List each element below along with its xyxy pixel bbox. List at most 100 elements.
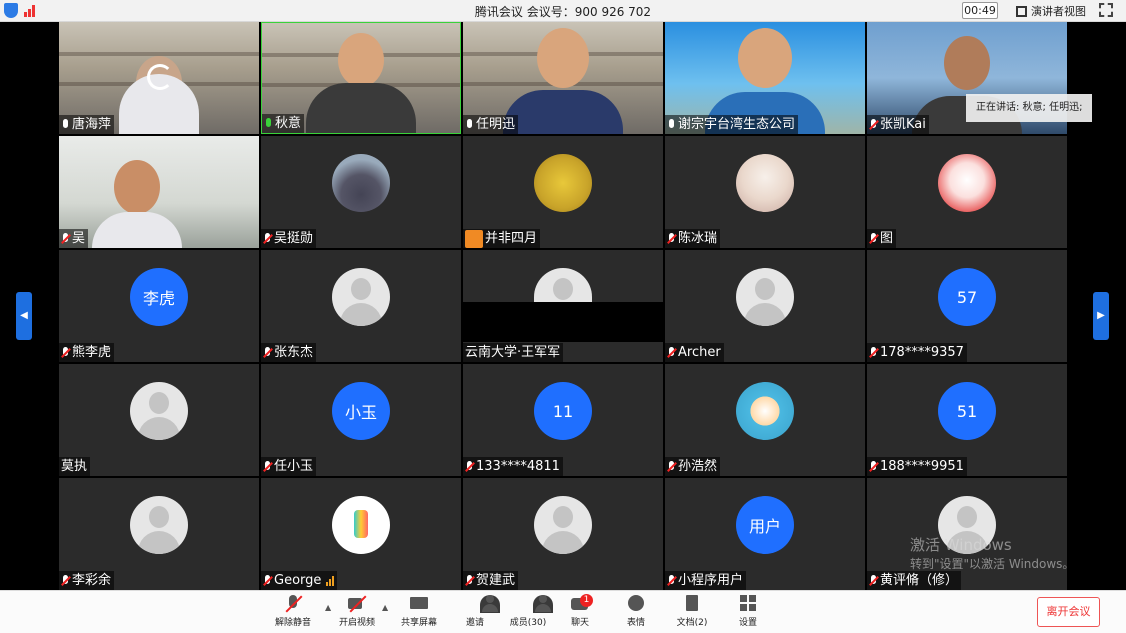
mic-icon xyxy=(667,118,676,131)
mic-muted-icon xyxy=(263,232,272,245)
avatar xyxy=(534,496,592,554)
avatar xyxy=(332,496,390,554)
leave-meeting-button[interactable]: 离开会议 xyxy=(1037,597,1100,627)
participant-name: 张东杰 xyxy=(261,343,317,362)
participant-tile[interactable]: 57 178****9357 xyxy=(867,250,1067,362)
participant-name: 云南大学·王军军 xyxy=(463,343,564,362)
share-screen-button[interactable]: 共享屏幕 xyxy=(394,595,444,628)
participant-name: 谢宗宇台湾生态公司 xyxy=(665,115,799,134)
reactions-button[interactable]: 表情 xyxy=(611,595,661,628)
meeting-toolbar: 解除静音 ▲ 开启视频 ▲ 共享屏幕 邀请 成员(30) 聊天 1 表情 文档(… xyxy=(0,590,1126,633)
avatar: 57 xyxy=(938,268,996,326)
participant-tile[interactable]: 11 133****4811 xyxy=(463,364,663,476)
participant-name: Archer xyxy=(665,343,724,362)
participant-name: 孙浩然 xyxy=(665,457,721,476)
avatar: 11 xyxy=(534,382,592,440)
participant-tile[interactable]: 李彩余 xyxy=(59,478,259,590)
participant-tile[interactable]: 小玉 任小玉 xyxy=(261,364,461,476)
participant-name: 133****4811 xyxy=(463,457,563,476)
participant-tile[interactable]: 并非四月 xyxy=(463,136,663,248)
mic-muted-icon xyxy=(263,346,272,359)
participant-name: 并非四月 xyxy=(463,229,541,248)
participant-tile[interactable]: 云南大学·王军军 xyxy=(463,250,663,362)
unmute-button[interactable]: 解除静音 xyxy=(268,595,318,628)
speaking-indicator: 正在讲话: 秋意; 任明迅; xyxy=(966,94,1092,122)
prev-page-button[interactable]: ◀ xyxy=(16,292,32,340)
members-button[interactable]: 成员(30) xyxy=(503,595,553,628)
mic-muted-icon xyxy=(465,460,474,473)
mic-muted-icon xyxy=(283,595,303,613)
participant-tile[interactable]: 莫执 xyxy=(59,364,259,476)
camera-off-icon xyxy=(347,595,367,613)
avatar: 小玉 xyxy=(332,382,390,440)
participant-tile[interactable]: 吴 xyxy=(59,136,259,248)
participant-tile[interactable]: 张东杰 xyxy=(261,250,461,362)
audio-options-caret-icon[interactable]: ▲ xyxy=(325,603,331,612)
avatar: 用户 xyxy=(736,496,794,554)
participant-tile[interactable]: 孙浩然 xyxy=(665,364,865,476)
participant-name: 吴挺勋 xyxy=(261,229,317,248)
participant-name: 188****9951 xyxy=(867,457,967,476)
participant-tile[interactable]: Archer xyxy=(665,250,865,362)
emoji-icon xyxy=(626,595,646,613)
avatar xyxy=(130,496,188,554)
participant-tile[interactable]: 吴挺勋 xyxy=(261,136,461,248)
video-options-caret-icon[interactable]: ▲ xyxy=(382,603,388,612)
avatar: 李虎 xyxy=(130,268,188,326)
participant-name: 秋意 xyxy=(262,114,305,133)
participant-tile[interactable]: 51 188****9951 xyxy=(867,364,1067,476)
avatar xyxy=(736,154,794,212)
next-page-button[interactable]: ▶ xyxy=(1093,292,1109,340)
participant-tile[interactable]: George xyxy=(261,478,461,590)
mic-muted-icon xyxy=(263,460,272,473)
participant-tile[interactable]: 李虎 熊李虎 xyxy=(59,250,259,362)
participant-name: 任小玉 xyxy=(261,457,317,476)
mic-muted-icon xyxy=(667,232,676,245)
members-icon xyxy=(533,595,553,613)
participant-tile[interactable]: 陈冰瑞 xyxy=(665,136,865,248)
screen-share-icon xyxy=(409,595,429,613)
add-user-icon xyxy=(480,595,500,613)
mic-icon xyxy=(465,118,474,131)
avatar xyxy=(534,268,592,302)
settings-button[interactable]: 设置 xyxy=(723,595,773,628)
invite-button[interactable]: 邀请 xyxy=(450,595,500,628)
mic-muted-icon xyxy=(869,232,878,245)
participant-tile[interactable]: 图 xyxy=(867,136,1067,248)
participant-name: 熊李虎 xyxy=(59,343,115,362)
document-icon xyxy=(682,595,702,613)
participant-tile[interactable]: 贺建武 xyxy=(463,478,663,590)
participant-tile[interactable]: 谢宗宇台湾生态公司 xyxy=(665,22,865,134)
participant-name: 贺建武 xyxy=(463,571,519,590)
meeting-title: 腾讯会议 会议号：900 926 702 xyxy=(474,5,652,19)
participant-name: 陈冰瑞 xyxy=(665,229,721,248)
mic-icon xyxy=(61,118,70,131)
documents-button[interactable]: 文档(2) xyxy=(667,595,717,628)
activation-watermark-text: 转到"设置"以激活 Windows。 xyxy=(910,557,1075,571)
mic-muted-icon xyxy=(667,346,676,359)
avatar xyxy=(736,382,794,440)
phone-user-icon xyxy=(465,229,483,248)
mic-muted-icon xyxy=(869,460,878,473)
start-video-button[interactable]: 开启视频 xyxy=(332,595,382,628)
avatar xyxy=(332,268,390,326)
avatar xyxy=(332,154,390,212)
participant-name: 张凯Kai xyxy=(867,115,929,134)
participant-tile[interactable]: 唐海萍 xyxy=(59,22,259,134)
mic-muted-icon xyxy=(465,574,474,587)
participant-tile[interactable]: 用户 小程序用户 xyxy=(665,478,865,590)
settings-grid-icon xyxy=(738,595,758,613)
participant-tile[interactable]: 秋意 xyxy=(261,22,461,134)
participant-name: George xyxy=(261,571,338,590)
speaker-view-button[interactable]: 演讲者视图 xyxy=(1016,3,1086,19)
avatar: 51 xyxy=(938,382,996,440)
mic-muted-icon xyxy=(263,574,272,587)
chat-unread-badge: 1 xyxy=(580,594,593,607)
mic-muted-icon xyxy=(61,346,70,359)
fullscreen-icon[interactable] xyxy=(1099,3,1113,17)
mic-muted-icon xyxy=(869,118,878,131)
participant-tile[interactable]: 任明迅 xyxy=(463,22,663,134)
participant-name: 任明迅 xyxy=(463,115,519,134)
meeting-timer: 00:49 xyxy=(962,2,998,19)
avatar xyxy=(736,268,794,326)
